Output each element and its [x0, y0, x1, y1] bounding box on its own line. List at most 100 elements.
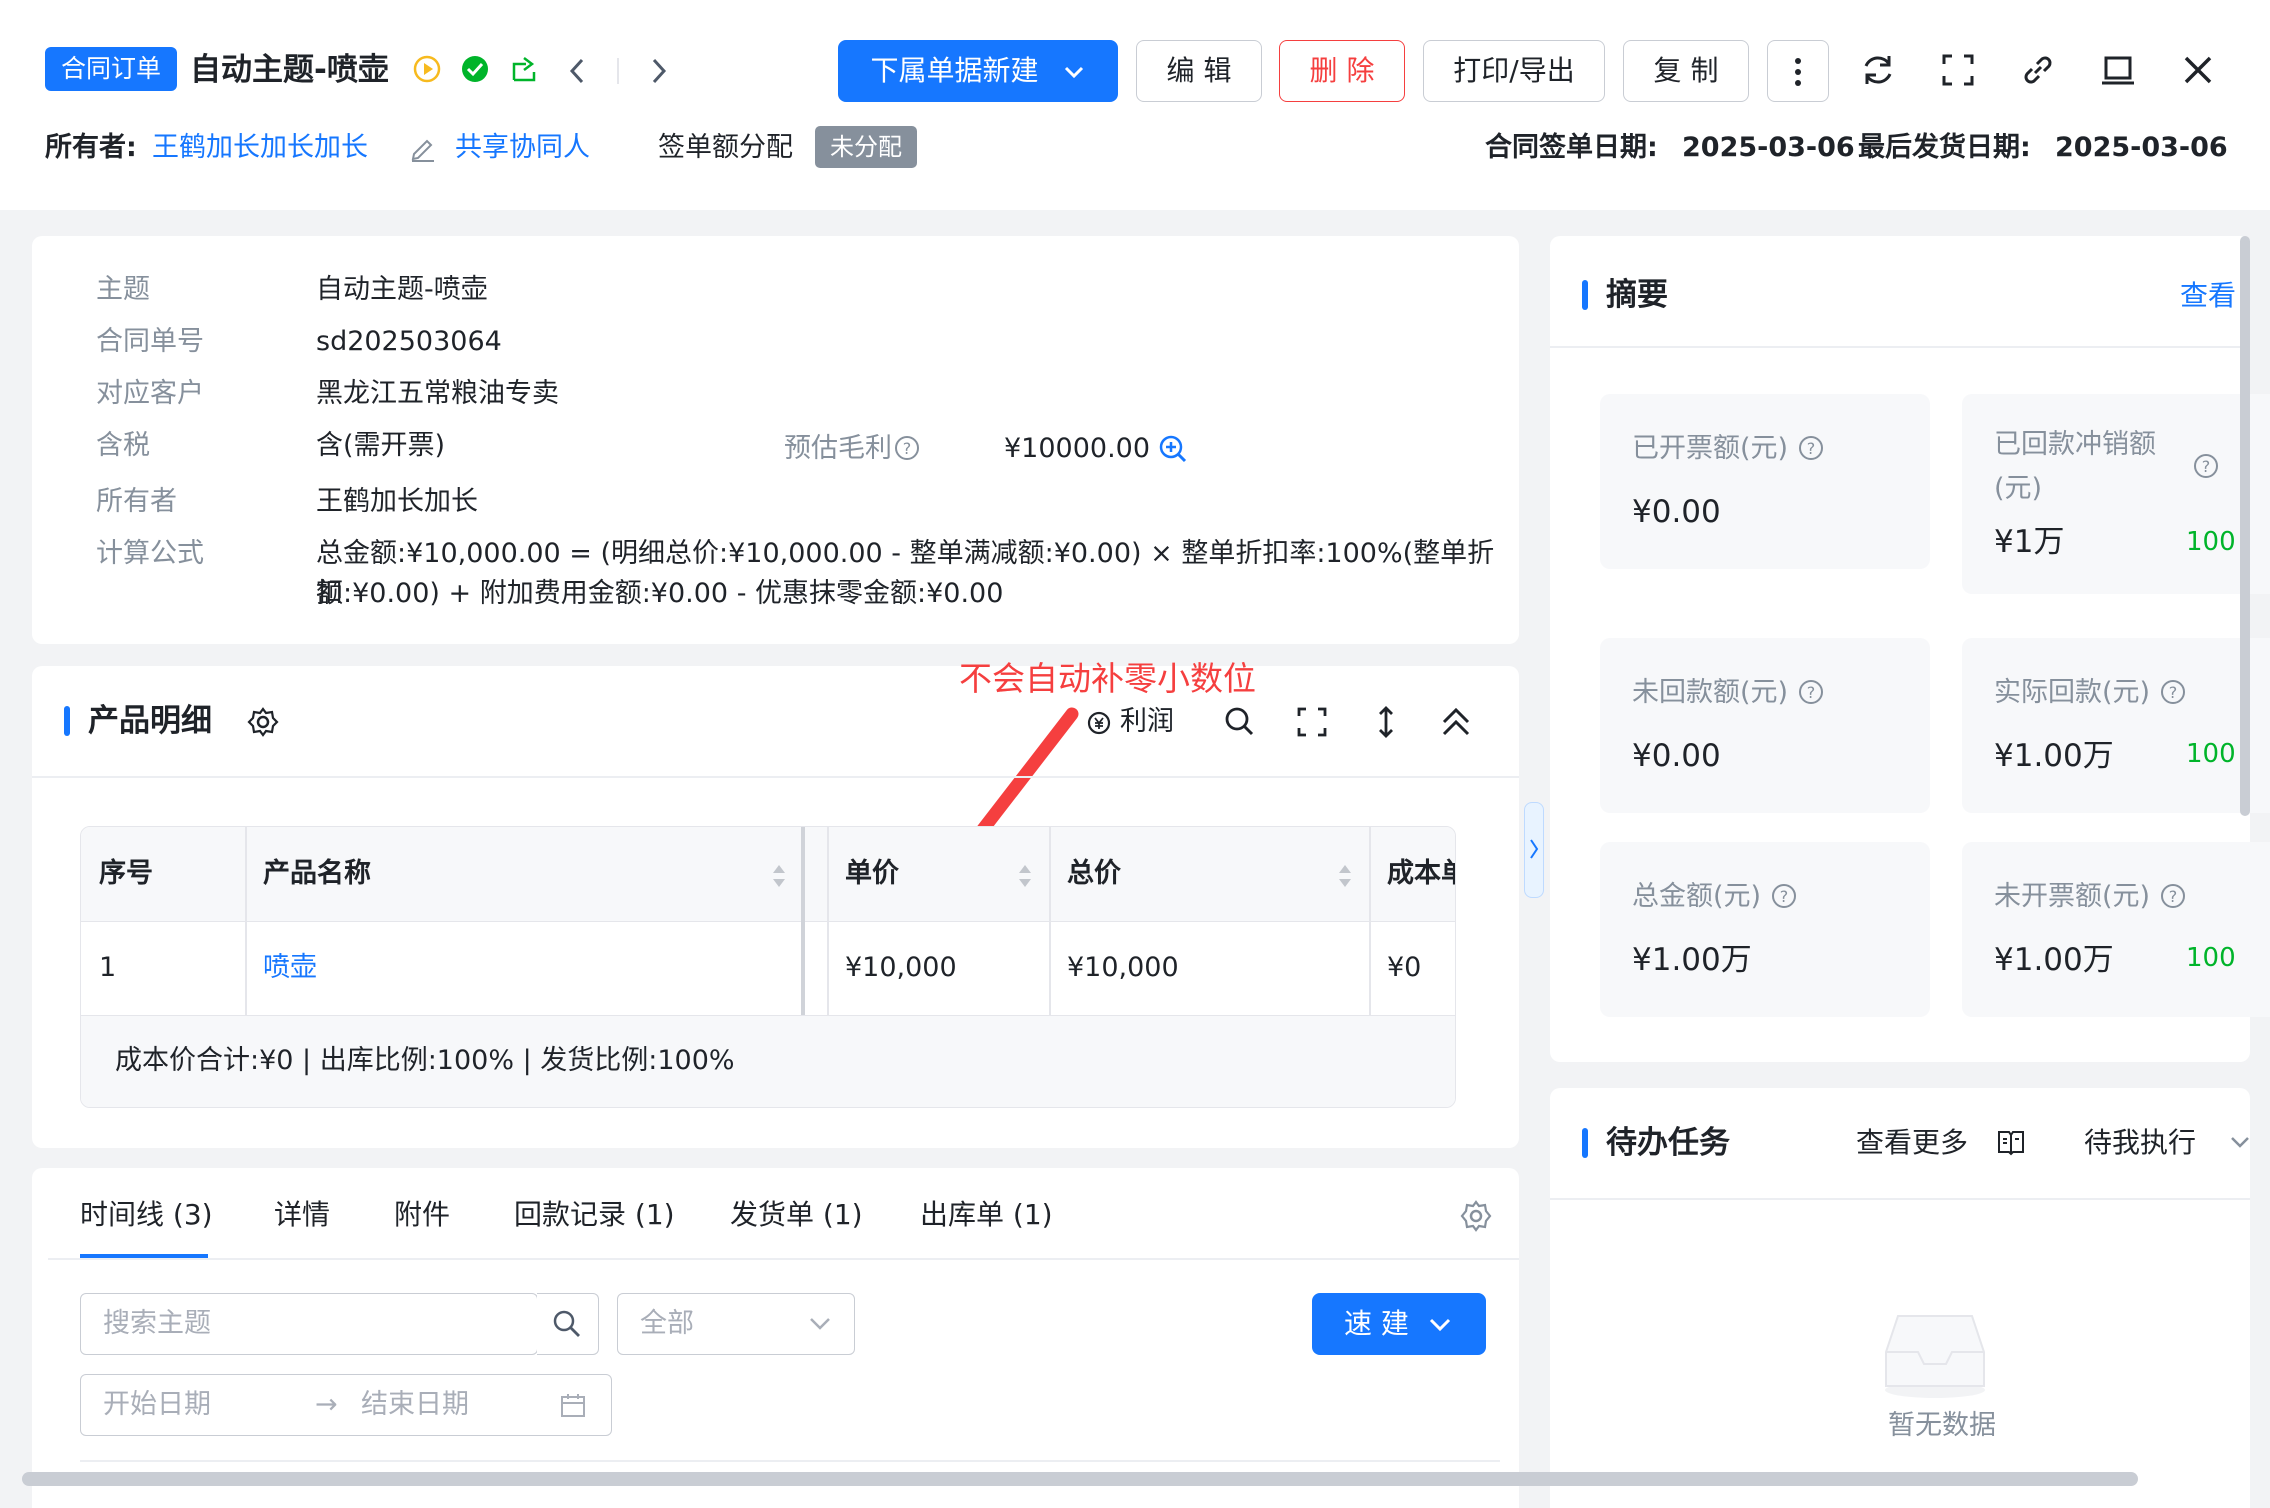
table-footer-summary: 成本价合计:¥0 | 出库比例:100% | 发货比例:100% — [115, 1045, 735, 1076]
divider — [48, 1258, 1519, 1260]
record-header: 合同订单 自动主题-喷壶 下属单据新建 编 辑 删 除 打印/导出 复 制 所有… — [0, 0, 2270, 210]
detail-panel: 主题 自动主题-喷壶 合同单号 sd202503064 对应客户 黑龙江五常粮油… — [32, 236, 1519, 644]
calendar-icon — [561, 1394, 585, 1417]
help-icon[interactable]: ? — [2159, 678, 2187, 706]
vertical-scrollbar[interactable] — [2240, 236, 2250, 816]
cell-product-name-link[interactable]: 喷壶 — [263, 921, 317, 1015]
expand-icon[interactable] — [1294, 704, 1330, 740]
ship-date-value: 2025-03-06 — [2055, 132, 2228, 163]
owner-link[interactable]: 王鹤加长加长加长 — [152, 128, 368, 168]
tab-details[interactable]: 详情 — [274, 1190, 330, 1240]
card-percent: 100 — [2186, 527, 2236, 557]
refresh-icon[interactable] — [1858, 50, 1898, 90]
chevron-down-icon — [810, 1318, 830, 1330]
quick-create-button[interactable]: 速 建 — [1312, 1293, 1486, 1355]
play-status-icon[interactable] — [412, 54, 442, 84]
quick-create-label: 速 建 — [1344, 1307, 1409, 1340]
field-label-subject: 主题 — [96, 274, 150, 305]
settings-gear-icon[interactable] — [247, 706, 279, 738]
tab-timeline[interactable]: 时间线 (3) — [80, 1190, 213, 1240]
col-header-index: 序号 — [99, 858, 153, 889]
book-icon[interactable] — [1996, 1128, 2026, 1156]
card-label: 已开票额(元) ? — [1632, 430, 1825, 468]
search-icon — [553, 1310, 580, 1337]
column-divider — [827, 827, 829, 1015]
copy-button[interactable]: 复 制 — [1623, 40, 1749, 102]
prev-record-icon[interactable] — [566, 56, 588, 86]
svg-text:?: ? — [903, 439, 912, 458]
summary-card-writeoff: 已回款冲销额 (元) ? ¥1万 100 — [1962, 394, 2270, 594]
card-label-text: 已开票额(元) — [1632, 433, 1789, 464]
next-record-icon[interactable] — [648, 56, 670, 86]
share-icon[interactable] — [508, 54, 540, 84]
end-date-placeholder: 结束日期 — [361, 1389, 469, 1420]
field-value-formula-line2: 额:¥0.00) + 附加费用金额:¥0.00 - 优惠抹零金额:¥0.00 — [316, 578, 1004, 609]
cell-total: ¥10,000 — [1067, 952, 1179, 983]
close-icon[interactable] — [2178, 50, 2218, 90]
tab-attachments[interactable]: 附件 — [394, 1190, 450, 1240]
card-label-text: 实际回款(元) — [1994, 677, 2151, 708]
todo-filter[interactable]: 待我执行 — [2084, 1122, 2196, 1164]
col-header-unit-price[interactable]: 单价 — [845, 827, 899, 921]
svg-text:?: ? — [1806, 683, 1815, 702]
column-divider — [1049, 827, 1051, 1015]
divider — [32, 776, 1519, 778]
summary-card-uninvoiced: 未开票额(元) ? ¥1.00万 100 — [1962, 842, 2270, 1017]
filter-select[interactable]: 全部 — [617, 1293, 855, 1355]
sort-icon[interactable] — [1337, 861, 1353, 891]
todo-more-link[interactable]: 查看更多 — [1856, 1122, 1968, 1164]
horizontal-scrollbar[interactable] — [22, 1472, 2138, 1486]
tab-outbound-orders[interactable]: 出库单 (1) — [920, 1190, 1053, 1240]
start-date-placeholder: 开始日期 — [103, 1389, 211, 1420]
tab-settings-gear-icon[interactable] — [1458, 1198, 1494, 1234]
more-actions-button[interactable] — [1767, 40, 1829, 102]
search-input[interactable]: 搜索主题 — [80, 1293, 538, 1355]
search-icon[interactable] — [1222, 704, 1258, 740]
card-label: 总金额(元) ? — [1632, 878, 1798, 916]
col-header-total[interactable]: 总价 — [1067, 827, 1121, 921]
help-icon[interactable]: ? — [2192, 452, 2220, 480]
edit-button[interactable]: 编 辑 — [1136, 40, 1262, 102]
card-label: 未回款额(元) ? — [1632, 674, 1825, 712]
zoom-in-icon[interactable] — [1158, 434, 1188, 464]
print-export-button[interactable]: 打印/导出 — [1423, 40, 1605, 102]
link-icon[interactable] — [2018, 50, 2058, 90]
fullscreen-icon[interactable] — [1938, 50, 1978, 90]
help-icon[interactable]: ? — [2159, 882, 2187, 910]
customer-link[interactable]: 黑龙江五常粮油专卖 — [316, 374, 559, 414]
help-icon[interactable]: ? — [1797, 434, 1825, 462]
col-header-product-name[interactable]: 产品名称 — [263, 827, 371, 921]
chevron-down-icon[interactable] — [2230, 1136, 2250, 1150]
profit-label-text: 预估毛利 — [784, 433, 892, 464]
delete-button[interactable]: 删 除 — [1279, 40, 1405, 102]
laptop-icon[interactable] — [2098, 50, 2138, 90]
chevron-down-icon — [1429, 1318, 1451, 1332]
date-range-picker[interactable]: 开始日期 → 结束日期 — [80, 1374, 612, 1436]
row-height-icon[interactable] — [1368, 704, 1404, 740]
approved-check-icon[interactable] — [460, 54, 490, 84]
help-icon[interactable]: ? — [894, 435, 920, 461]
sort-icon[interactable] — [771, 861, 787, 891]
field-value-owner: 王鹤加长加长 — [316, 486, 478, 517]
share-collaborators-link[interactable]: 共享协同人 — [455, 128, 590, 168]
frozen-column-divider[interactable] — [801, 827, 805, 1015]
field-label-contract-no: 合同单号 — [96, 326, 204, 357]
sidebar-toggle-handle[interactable] — [1524, 802, 1544, 898]
profit-toggle[interactable]: 利润 — [1120, 702, 1174, 742]
cell-unit-price: ¥10,000 — [845, 952, 957, 983]
help-icon[interactable]: ? — [1770, 882, 1798, 910]
tab-payment-records[interactable]: 回款记录 (1) — [514, 1190, 675, 1240]
profit-value: ¥10000.00 — [1004, 433, 1151, 464]
sort-icon[interactable] — [1017, 861, 1033, 891]
card-label-text: 未开票额(元) — [1994, 881, 2151, 912]
profit-coin-icon[interactable] — [1086, 710, 1112, 736]
collapse-up-icon[interactable] — [1438, 704, 1474, 740]
new-sub-document-label: 下属单据新建 — [870, 54, 1039, 87]
tab-shipping-orders[interactable]: 发货单 (1) — [730, 1190, 863, 1240]
card-label-text: 总金额(元) — [1632, 881, 1762, 912]
summary-view-link[interactable]: 查看 — [2180, 276, 2236, 316]
edit-pencil-icon[interactable] — [408, 132, 438, 162]
help-icon[interactable]: ? — [1797, 678, 1825, 706]
search-button[interactable] — [537, 1293, 599, 1355]
new-sub-document-button[interactable]: 下属单据新建 — [838, 40, 1118, 102]
